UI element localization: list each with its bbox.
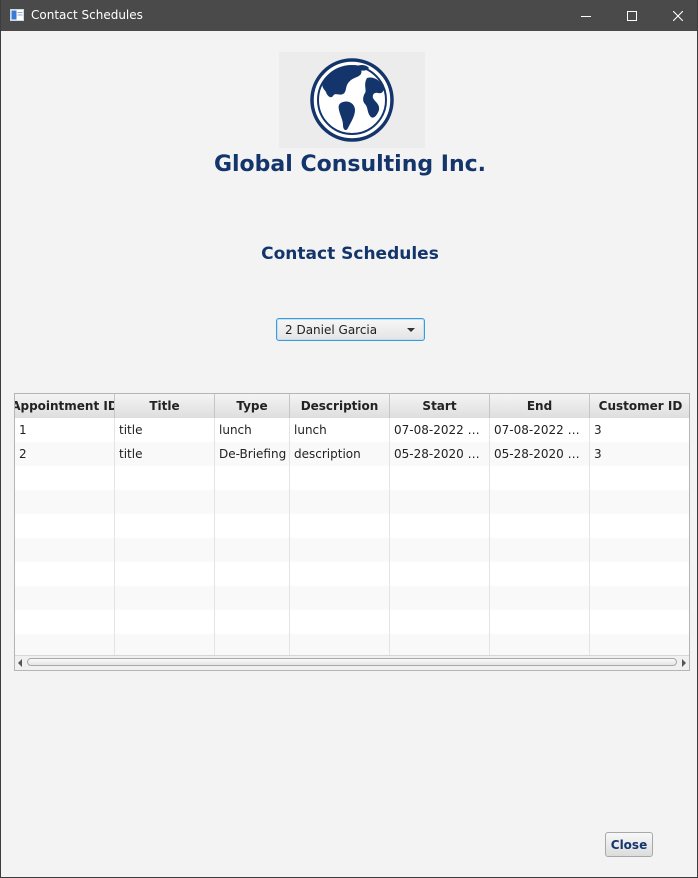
page-title: Contact Schedules [261, 244, 439, 264]
scrollbar-thumb[interactable] [27, 658, 677, 666]
minimize-icon [581, 15, 591, 17]
column-header-end[interactable]: End [490, 394, 590, 418]
cell-title: title [115, 442, 215, 466]
contact-select[interactable]: 2 Daniel Garcia [276, 318, 425, 341]
empty-row [15, 586, 689, 610]
window-title: Contact Schedules [31, 8, 143, 22]
cell-customer-id: 3 [594, 423, 602, 437]
maximize-icon [627, 10, 637, 21]
cell-title: title [115, 418, 215, 442]
empty-row [15, 610, 689, 634]
scroll-left-icon[interactable] [18, 659, 22, 667]
cell-appointment-id: 1 [15, 418, 115, 442]
cell-customer-id: 3 [594, 447, 602, 461]
cell-appointment-id: 2 [15, 442, 115, 466]
chevron-down-icon [407, 328, 415, 332]
cell-end: 05-28-2020 @ … [490, 442, 590, 466]
close-window-button[interactable] [655, 0, 697, 31]
maximize-button[interactable] [609, 0, 655, 31]
company-name: Global Consulting Inc. [213, 152, 487, 177]
cell-end: 07-08-2022 @ … [490, 418, 590, 442]
column-header-title[interactable]: Title [115, 394, 215, 418]
table-header: Appointment ID Title Type Description St… [15, 394, 689, 419]
table-body: 1 title lunch lunch 07-08-2022 @ … 07-08… [15, 418, 689, 658]
cell-description: lunch [290, 418, 390, 442]
minimize-button[interactable] [563, 0, 609, 31]
cell-start: 07-08-2022 @ … [390, 418, 490, 442]
company-logo [279, 52, 425, 148]
contact-schedules-window: Contact Schedules Global Consulting Inc.… [0, 0, 698, 878]
empty-row [15, 490, 689, 514]
table-row[interactable]: 2 title De-Briefing description 05-28-20… [15, 442, 689, 466]
cell-description: description [290, 442, 390, 466]
appointments-table[interactable]: Appointment ID Title Type Description St… [14, 393, 690, 671]
cell-type: De-Briefing [215, 442, 290, 466]
column-header-type[interactable]: Type [215, 394, 290, 418]
close-button[interactable]: Close [605, 832, 653, 857]
cell-type: lunch [215, 418, 290, 442]
table-row[interactable]: 1 title lunch lunch 07-08-2022 @ … 07-08… [15, 418, 689, 442]
horizontal-scrollbar[interactable] [15, 655, 689, 670]
column-header-customer-id[interactable]: Customer ID [590, 394, 689, 418]
empty-row [15, 562, 689, 586]
scroll-right-icon[interactable] [682, 659, 686, 667]
column-header-description[interactable]: Description [290, 394, 390, 418]
contact-select-value: 2 Daniel Garcia [285, 323, 378, 337]
empty-row [15, 538, 689, 562]
column-header-start[interactable]: Start [390, 394, 490, 418]
app-window-icon [10, 9, 24, 21]
column-header-appointment-id[interactable]: Appointment ID [15, 394, 115, 418]
title-bar[interactable]: Contact Schedules [1, 0, 697, 31]
cell-start: 05-28-2020 @ … [390, 442, 490, 466]
empty-row [15, 514, 689, 538]
close-icon [673, 10, 683, 21]
empty-row [15, 466, 689, 490]
globe-icon [310, 58, 394, 142]
